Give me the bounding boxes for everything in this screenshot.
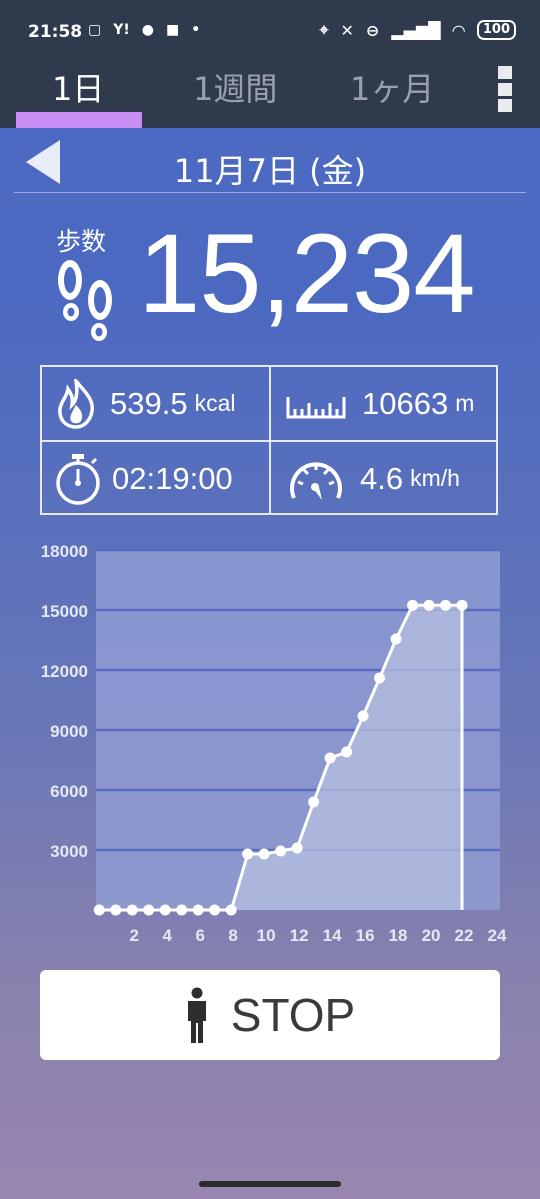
home-indicator[interactable]	[199, 1181, 341, 1187]
chart-point	[209, 904, 221, 916]
square-icon: ■	[165, 22, 180, 38]
chart-point	[407, 599, 419, 611]
chart-point	[423, 599, 435, 611]
distance-cell: 10663 m	[286, 367, 496, 440]
duration-value: 02:19:00	[112, 460, 233, 496]
status-bar: 21:58 ▢ Y! ● ■ • ⌖ ✕ ⊖ ▂▄▆█ ◠ 100	[0, 0, 540, 62]
stats-grid: 539.5 kcal 10663 m 02:19:00 4.6 km/h	[40, 365, 498, 515]
calories-value: 539.5	[110, 385, 188, 421]
chart-point	[159, 904, 171, 916]
chart-point	[192, 904, 204, 916]
dot-icon: •	[191, 22, 201, 38]
y-tick-label: 12000	[41, 662, 88, 681]
signal-icon: ▂▄▆█	[391, 20, 441, 40]
y-tick-label: 15000	[41, 602, 88, 621]
x-tick-label: 14	[323, 926, 342, 945]
chart-point	[143, 904, 155, 916]
steps-label: 歩数	[56, 227, 107, 256]
footprints-icon	[58, 260, 112, 341]
duration-cell: 02:19:00	[54, 442, 264, 515]
chart-point	[126, 904, 138, 916]
hourly-steps-chart: 3000600090001200015000180002 4 6 8 10 12 14 16 1…	[41, 542, 507, 945]
chart-point	[390, 633, 402, 645]
chart-point	[93, 904, 105, 916]
screenshot-icon: ▢	[88, 22, 102, 38]
line-icon: ●	[141, 22, 154, 38]
chart-point	[308, 796, 320, 808]
yahoo-icon: Y!	[113, 22, 130, 38]
chart-point	[456, 599, 468, 611]
chart-point	[440, 599, 452, 611]
dnd-icon: ⊖	[365, 20, 380, 40]
distance-value: 10663	[362, 385, 449, 421]
chart-point	[110, 904, 122, 916]
date-title: 11月7日 (金)	[173, 152, 367, 190]
mute-icon: ✕	[340, 20, 354, 40]
system-icons: ⌖ ✕ ⊖ ▂▄▆█ ◠ 100	[319, 20, 516, 40]
x-tick-label: 24	[488, 926, 507, 945]
x-tick-label: 12	[290, 926, 309, 945]
chart-point	[242, 848, 254, 860]
status-time: 21:58	[28, 22, 83, 42]
y-tick-label: 9000	[50, 722, 88, 741]
y-tick-label: 6000	[50, 782, 88, 801]
chart-point	[225, 904, 237, 916]
ruler-icon	[286, 396, 346, 418]
steps-count: 15,234	[138, 211, 476, 336]
chart-point	[341, 746, 353, 758]
speed-value: 4.6	[360, 460, 404, 496]
stopwatch-icon	[56, 453, 100, 505]
chart-point	[374, 672, 386, 684]
calories-unit: kcal	[194, 390, 236, 416]
tab-indicator	[16, 112, 142, 128]
distance-unit: m	[455, 390, 475, 416]
x-tick-label: 22	[455, 926, 474, 945]
person-icon	[187, 987, 206, 1043]
chart-point	[258, 848, 270, 860]
battery-indicator: 100	[476, 20, 516, 40]
chart-point	[176, 904, 188, 916]
x-tick-label: 10	[257, 926, 276, 945]
x-tick-label: 6	[195, 926, 204, 945]
x-tick-label: 2	[129, 926, 138, 945]
location-icon: ⌖	[319, 20, 329, 39]
flame-icon	[58, 378, 94, 429]
chart-point	[357, 710, 369, 722]
chart-point	[324, 752, 336, 764]
y-tick-label: 18000	[41, 542, 88, 561]
chart-point	[275, 845, 287, 857]
tab-day[interactable]: 1日	[52, 64, 104, 110]
x-tick-label: 16	[356, 926, 375, 945]
tab-week[interactable]: 1週間	[193, 64, 277, 110]
speed-unit: km/h	[410, 465, 460, 491]
x-tick-label: 18	[389, 926, 408, 945]
chart-point	[291, 842, 303, 854]
calories-cell: 539.5 kcal	[54, 367, 264, 440]
speed-cell: 4.6 km/h	[286, 442, 496, 515]
wifi-icon: ◠	[452, 20, 465, 40]
stop-button-label: STOP	[230, 989, 356, 1041]
speedometer-icon	[290, 461, 342, 500]
x-tick-label: 20	[422, 926, 441, 945]
tab-month[interactable]: 1ヶ月	[350, 64, 434, 110]
notification-icons: ▢ Y! ● ■ •	[88, 22, 200, 38]
y-tick-label: 3000	[50, 842, 88, 861]
x-tick-label: 4	[162, 926, 172, 945]
x-tick-label: 8	[228, 926, 237, 945]
stop-button[interactable]: STOP	[40, 970, 500, 1060]
overflow-menu-icon[interactable]	[498, 66, 514, 112]
